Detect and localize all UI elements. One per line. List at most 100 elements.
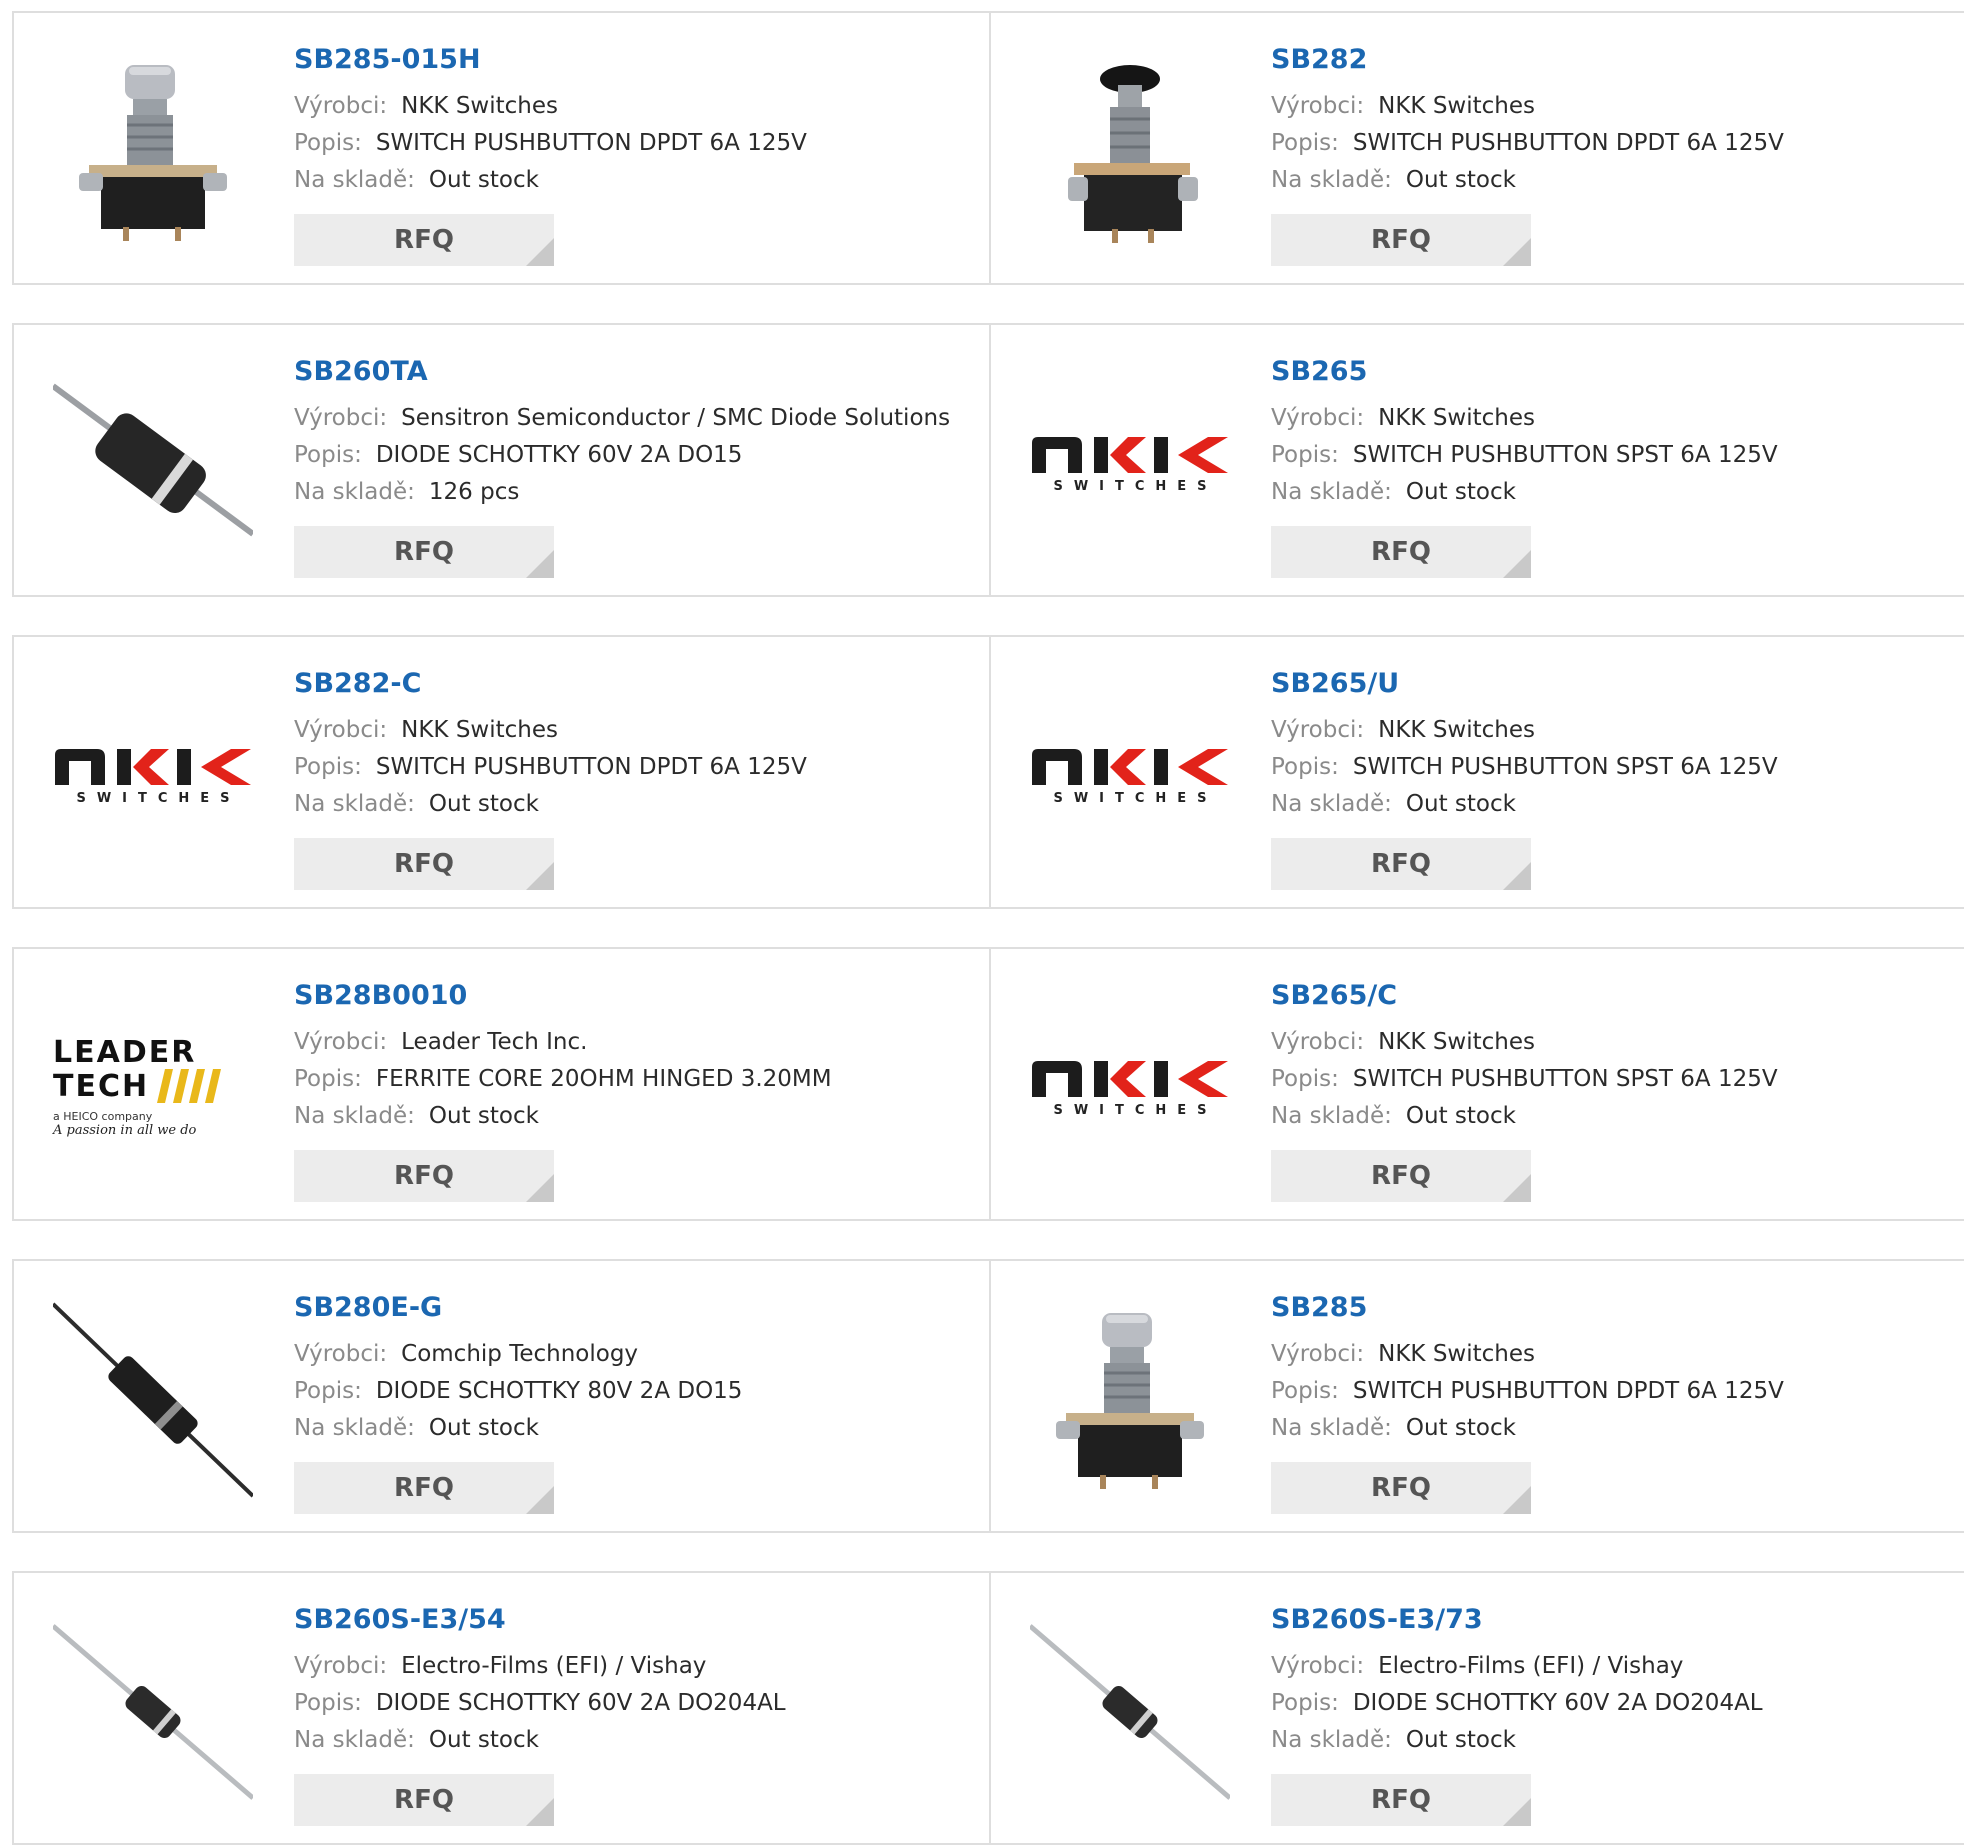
product-row: SB260TA Výrobci: Sensitron Semiconductor /…: [12, 323, 1964, 597]
leader-logo-tagline: A passion in all we do: [53, 1122, 197, 1138]
product-name-link[interactable]: SB265: [1271, 355, 1957, 389]
manufacturer-value: Electro-Films (EFI) / Vishay: [1378, 1653, 1684, 1679]
rfq-button[interactable]: RFQ: [1271, 214, 1531, 266]
product-info: SB28B0010 Výrobci: Leader Tech Inc. Popis: F…: [294, 979, 980, 1135]
description-value: DIODE SCHOTTKY 60V 2A DO15: [375, 442, 743, 468]
axial-diode-small-photo[interactable]: [52, 1611, 254, 1813]
description-label: Popis:: [294, 130, 362, 156]
description-label: Popis:: [1271, 1066, 1339, 1092]
rfq-button[interactable]: RFQ: [1271, 1462, 1531, 1514]
manufacturer-value: NKK Switches: [1378, 405, 1535, 431]
description-label: Popis:: [294, 754, 362, 780]
product-name-link[interactable]: SB260S-E3/54: [294, 1603, 980, 1637]
product-row: SWITCHES SB282-C Výrobci: NKK Switches Popis…: [12, 635, 1964, 909]
manufacturer-label: Výrobci:: [1271, 717, 1365, 743]
manufacturer-value: NKK Switches: [1378, 1341, 1535, 1367]
description-value: SWITCH PUSHBUTTON DPDT 6A 125V: [375, 754, 807, 780]
stock-line: Na skladě: Out stock: [1271, 1410, 1957, 1447]
rfq-button[interactable]: RFQ: [1271, 526, 1531, 578]
manufacturer-line: Výrobci: NKK Switches: [1271, 88, 1957, 125]
product-name-link[interactable]: SB28B0010: [294, 979, 980, 1013]
product-card: SWITCHES SB265 Výrobci: NKK Switches Popis: S…: [991, 325, 1964, 595]
nkk-logo[interactable]: SWITCHES: [1029, 987, 1231, 1189]
axial-diode-small-photo[interactable]: [1029, 1611, 1231, 1813]
product-name-link[interactable]: SB265/C: [1271, 979, 1957, 1013]
manufacturer-line: Výrobci: Electro-Films (EFI) / Vishay: [294, 1648, 980, 1685]
rfq-button[interactable]: RFQ: [1271, 1774, 1531, 1826]
pushbutton-switch-photo[interactable]: [52, 51, 254, 253]
rfq-button[interactable]: RFQ: [1271, 838, 1531, 890]
stock-line: Na skladě: Out stock: [1271, 474, 1957, 511]
product-name-link[interactable]: SB280E-G: [294, 1291, 980, 1325]
rfq-button[interactable]: RFQ: [294, 1150, 554, 1202]
description-line: Popis: DIODE SCHOTTKY 80V 2A DO15: [294, 1373, 980, 1410]
rfq-button[interactable]: RFQ: [1271, 1150, 1531, 1202]
stock-label: Na skladě:: [1271, 1103, 1392, 1129]
nkk-logo[interactable]: SWITCHES: [1029, 675, 1231, 877]
product-name-link[interactable]: SB282-C: [294, 667, 980, 701]
manufacturer-label: Výrobci:: [294, 717, 388, 743]
manufacturer-value: NKK Switches: [1378, 717, 1535, 743]
manufacturer-value: NKK Switches: [401, 93, 558, 119]
leader-tech-logo[interactable]: LEADER TECH a HEICO company A passion in al…: [52, 987, 254, 1189]
rfq-button[interactable]: RFQ: [294, 214, 554, 266]
product-name-link[interactable]: SB285: [1271, 1291, 1957, 1325]
corner-triangle-icon: [526, 1798, 554, 1826]
column-divider: [989, 13, 991, 283]
leader-logo-line2: TECH: [53, 1068, 150, 1104]
stock-value: Out stock: [1405, 1727, 1516, 1753]
nkk-logo[interactable]: SWITCHES: [52, 675, 254, 877]
product-name-link[interactable]: SB265/U: [1271, 667, 1957, 701]
rfq-button[interactable]: RFQ: [294, 1462, 554, 1514]
description-line: Popis: SWITCH PUSHBUTTON DPDT 6A 125V: [1271, 1373, 1957, 1410]
product-info: SB265/C Výrobci: NKK Switches Popis: SWITCH …: [1271, 979, 1957, 1135]
nkk-logo-subtitle: SWITCHES: [1053, 478, 1218, 494]
stock-value: Out stock: [1405, 479, 1516, 505]
stock-label: Na skladě:: [294, 791, 415, 817]
description-label: Popis:: [1271, 130, 1339, 156]
manufacturer-line: Výrobci: NKK Switches: [1271, 712, 1957, 749]
manufacturer-value: Electro-Films (EFI) / Vishay: [401, 1653, 707, 1679]
description-value: FERRITE CORE 20OHM HINGED 3.20MM: [375, 1066, 832, 1092]
axial-diode-thin-photo[interactable]: [52, 1299, 254, 1501]
description-value: DIODE SCHOTTKY 60V 2A DO204AL: [1352, 1690, 1763, 1716]
product-row: LEADER TECH a HEICO company A passion in al…: [12, 947, 1964, 1221]
product-name-link[interactable]: SB285-015H: [294, 43, 980, 77]
description-line: Popis: SWITCH PUSHBUTTON SPST 6A 125V: [1271, 749, 1957, 786]
stock-label: Na skladě:: [294, 479, 415, 505]
product-name-link[interactable]: SB260TA: [294, 355, 980, 389]
description-value: DIODE SCHOTTKY 60V 2A DO204AL: [375, 1690, 786, 1716]
column-divider: [989, 949, 991, 1219]
manufacturer-line: Výrobci: Leader Tech Inc.: [294, 1024, 980, 1061]
manufacturer-line: Výrobci: NKK Switches: [294, 88, 980, 125]
product-info: SB265 Výrobci: NKK Switches Popis: SWITCH PU…: [1271, 355, 1957, 511]
product-name-link[interactable]: SB282: [1271, 43, 1957, 77]
pushbutton-switch-black-photo[interactable]: [1029, 51, 1231, 253]
axial-diode-large-photo[interactable]: [52, 363, 254, 565]
manufacturer-label: Výrobci:: [294, 93, 388, 119]
stock-line: Na skladě: Out stock: [294, 786, 980, 823]
product-row: SB280E-G Výrobci: Comchip Technology Popis:…: [12, 1259, 1964, 1533]
rfq-button-label: RFQ: [1371, 1161, 1431, 1191]
stock-value: Out stock: [1405, 167, 1516, 193]
leader-logo-line1: LEADER: [53, 1034, 197, 1070]
corner-triangle-icon: [526, 238, 554, 266]
pushbutton-switch-photo[interactable]: [1029, 1299, 1231, 1501]
manufacturer-label: Výrobci:: [294, 1341, 388, 1367]
nkk-logo-subtitle: SWITCHES: [1053, 790, 1218, 806]
manufacturer-line: Výrobci: NKK Switches: [1271, 400, 1957, 437]
description-line: Popis: DIODE SCHOTTKY 60V 2A DO15: [294, 437, 980, 474]
rfq-button[interactable]: RFQ: [294, 526, 554, 578]
product-name-link[interactable]: SB260S-E3/73: [1271, 1603, 1957, 1637]
description-value: SWITCH PUSHBUTTON SPST 6A 125V: [1352, 754, 1778, 780]
stock-label: Na skladě:: [294, 1727, 415, 1753]
manufacturer-label: Výrobci:: [294, 1653, 388, 1679]
nkk-logo-subtitle: SWITCHES: [1053, 1102, 1218, 1118]
nkk-logo[interactable]: SWITCHES: [1029, 363, 1231, 565]
rfq-button[interactable]: RFQ: [294, 1774, 554, 1826]
rfq-button[interactable]: RFQ: [294, 838, 554, 890]
description-line: Popis: SWITCH PUSHBUTTON DPDT 6A 125V: [294, 749, 980, 786]
stock-value: 126 pcs: [428, 479, 520, 505]
manufacturer-value: Leader Tech Inc.: [401, 1029, 588, 1055]
description-value: SWITCH PUSHBUTTON SPST 6A 125V: [1352, 442, 1778, 468]
